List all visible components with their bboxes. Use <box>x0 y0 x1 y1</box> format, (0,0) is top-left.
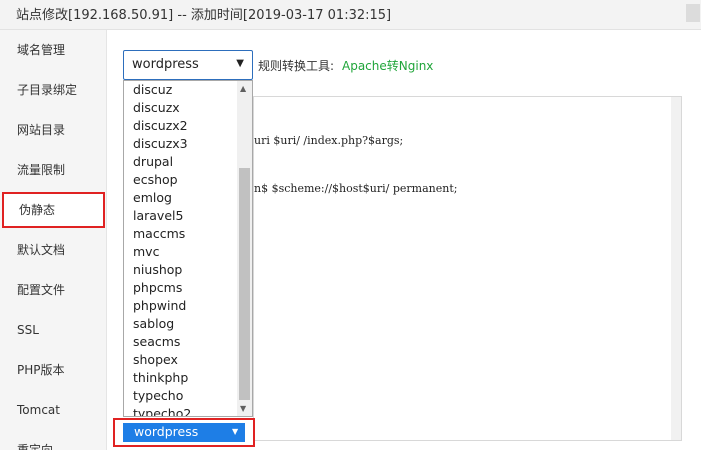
sidebar-item-redirect[interactable]: 重定向 <box>0 430 107 450</box>
template-dropdown-list[interactable]: discuz discuzx discuzx2 discuzx3 drupal … <box>123 80 253 417</box>
sidebar-item-php[interactable]: PHP版本 <box>0 350 107 390</box>
caret-down-icon: ▼ <box>232 427 239 436</box>
sidebar-item-default-doc[interactable]: 默认文档 <box>0 230 107 270</box>
dropdown-option[interactable]: phpcms <box>133 279 182 297</box>
dropdown-scrollbar[interactable]: ▲ ▼ <box>237 81 252 416</box>
dropdown-option[interactable]: maccms <box>133 225 185 243</box>
rule-tool-label: 规则转换工具: <box>258 59 335 73</box>
sidebar-item-tomcat[interactable]: Tomcat <box>0 390 107 430</box>
select-value: wordpress <box>132 57 199 72</box>
sidebar-item-traffic[interactable]: 流量限制 <box>0 150 107 190</box>
caret-down-icon: ▼ <box>236 58 244 69</box>
selected-option-highlight[interactable]: wordpress ▼ <box>113 418 255 447</box>
dropdown-option[interactable]: ecshop <box>133 171 178 189</box>
sidebar-item-subdir[interactable]: 子目录绑定 <box>0 70 107 110</box>
dropdown-option[interactable]: discuz <box>133 81 172 99</box>
dropdown-option[interactable]: laravel5 <box>133 207 183 225</box>
dropdown-option[interactable]: discuzx <box>133 99 180 117</box>
dropdown-option[interactable]: drupal <box>133 153 173 171</box>
dropdown-option[interactable]: phpwind <box>133 297 186 315</box>
dropdown-option[interactable]: niushop <box>133 261 182 279</box>
sidebar-item-domain[interactable]: 域名管理 <box>0 30 107 70</box>
code-line: n$ $scheme://$host$uri/ permanent; <box>254 182 458 195</box>
scroll-up-icon[interactable]: ▲ <box>240 84 246 93</box>
sidebar-item-ssl[interactable]: SSL <box>0 310 107 350</box>
dropdown-option-selected[interactable]: wordpress ▼ <box>123 423 245 442</box>
sidebar-item-config[interactable]: 配置文件 <box>0 270 107 310</box>
rewrite-editor[interactable]: uri $uri/ /index.php?$args; n$ $scheme:/… <box>253 96 682 441</box>
selected-option-label: wordpress <box>134 424 199 439</box>
code-line: uri $uri/ /index.php?$args; <box>254 134 404 147</box>
window-title: 站点修改[192.168.50.91] -- 添加时间[2019-03-17 0… <box>16 8 392 23</box>
dropdown-option[interactable]: thinkphp <box>133 369 188 387</box>
window-titlebar: 站点修改[192.168.50.91] -- 添加时间[2019-03-17 0… <box>0 0 701 30</box>
dropdown-scroll-thumb[interactable] <box>239 168 250 400</box>
dropdown-option[interactable]: discuzx2 <box>133 117 188 135</box>
dropdown-option[interactable]: emlog <box>133 189 172 207</box>
dropdown-option[interactable]: discuzx3 <box>133 135 188 153</box>
sidebar-item-rewrite[interactable]: 伪静态 <box>2 192 105 228</box>
dropdown-option[interactable]: sablog <box>133 315 174 333</box>
apache-to-nginx-link[interactable]: Apache转Nginx <box>342 57 433 74</box>
sidebar-item-site-dir[interactable]: 网站目录 <box>0 110 107 150</box>
close-button[interactable] <box>686 4 700 22</box>
sidebar: 域名管理 子目录绑定 网站目录 流量限制 伪静态 默认文档 配置文件 SSL P… <box>0 30 107 450</box>
dropdown-option[interactable]: mvc <box>133 243 159 261</box>
dropdown-option[interactable]: typecho2 <box>133 405 191 416</box>
dropdown-option[interactable]: seacms <box>133 333 180 351</box>
scroll-down-icon[interactable]: ▼ <box>240 404 246 413</box>
dropdown-option[interactable]: typecho <box>133 387 183 405</box>
editor-scrollbar[interactable] <box>671 97 681 440</box>
rewrite-template-select[interactable]: wordpress ▼ <box>123 50 253 80</box>
dropdown-option[interactable]: shopex <box>133 351 178 369</box>
